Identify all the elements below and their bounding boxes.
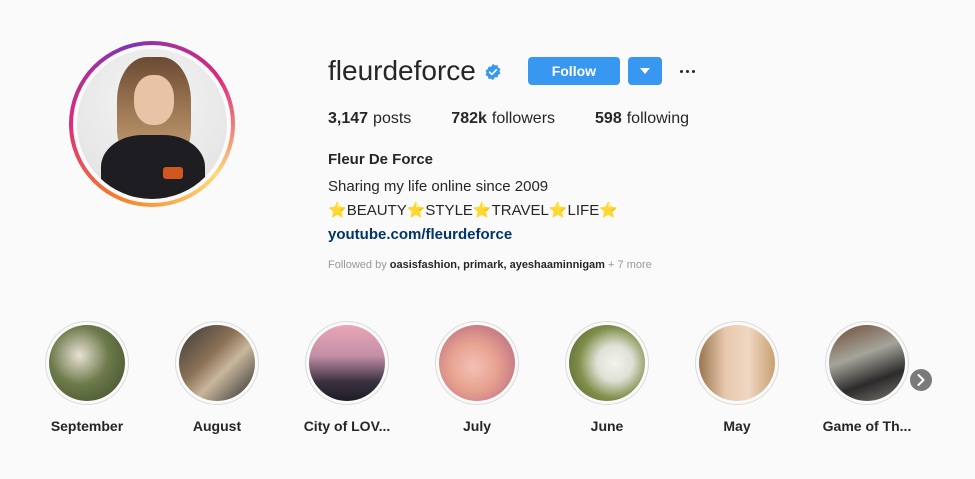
followers-count: 782k <box>451 110 487 127</box>
verified-badge-icon <box>485 63 501 81</box>
highlight-label: September <box>50 418 124 434</box>
posts-stat: 3,147 posts <box>328 110 411 128</box>
followed-by-prefix: Followed by <box>328 259 387 271</box>
star-icon: ⭐ <box>599 202 618 219</box>
avatar-inner <box>73 45 231 203</box>
profile-stats: 3,147 posts 782k followers 598 following <box>328 110 729 128</box>
star-icon: ⭐ <box>406 202 426 219</box>
star-icon: ⭐ <box>548 202 568 219</box>
highlight-ring <box>695 321 779 405</box>
avatar-body <box>101 135 205 199</box>
highlight-ring <box>435 321 519 405</box>
highlight-item[interactable]: July <box>435 321 519 434</box>
highlight-cover <box>49 325 125 401</box>
bio-tag: STYLE <box>425 202 473 219</box>
highlight-cover <box>569 325 645 401</box>
highlight-label: May <box>723 418 751 434</box>
bio: Sharing my life online since 2009 ⭐BEAUT… <box>328 175 618 247</box>
highlight-item[interactable]: June <box>565 321 649 434</box>
following-stat[interactable]: 598 following <box>595 110 689 128</box>
story-highlights: September August City of LOV... July Jun… <box>45 321 935 441</box>
bio-tag: BEAUTY <box>346 202 407 219</box>
more-options-icon-dot <box>692 69 696 73</box>
highlight-cover <box>829 325 905 401</box>
followed-by-users: oasisfashion, primark, ayeshaaminnigam <box>389 259 605 271</box>
followed-by-more: + 7 more <box>608 259 652 271</box>
followed-by[interactable]: Followed by oasisfashion, primark, ayesh… <box>328 259 652 271</box>
profile-header: fleurdeforce Follow <box>328 56 698 86</box>
bio-line: Sharing my life online since 2009 <box>328 178 549 195</box>
highlight-label: June <box>590 418 624 434</box>
avatar-face <box>134 75 174 125</box>
username: fleurdeforce <box>328 55 476 86</box>
highlight-item[interactable]: September <box>45 321 129 434</box>
follow-dropdown-button[interactable] <box>627 57 662 85</box>
follow-button[interactable]: Follow <box>527 57 620 85</box>
following-label: following <box>626 110 689 127</box>
followers-label: followers <box>491 110 556 127</box>
posts-label: posts <box>373 110 412 127</box>
highlight-label: August <box>192 418 242 434</box>
star-icon: ⭐ <box>472 202 492 219</box>
following-count: 598 <box>595 110 622 127</box>
caret-down-icon <box>639 68 650 74</box>
highlight-ring <box>825 321 909 405</box>
highlight-item[interactable]: Game of Th... <box>823 321 911 434</box>
full-name: Fleur De Force <box>328 151 434 168</box>
highlight-ring <box>175 321 259 405</box>
highlight-item[interactable]: May <box>695 321 779 434</box>
bio-link[interactable]: youtube.com/fleurdeforce <box>328 226 512 243</box>
followers-stat[interactable]: 782k followers <box>451 110 555 128</box>
highlights-next-button[interactable] <box>910 369 932 391</box>
more-options-icon <box>680 69 684 73</box>
highlight-label: City of LOV... <box>303 418 391 434</box>
highlight-cover <box>439 325 515 401</box>
highlight-cover <box>309 325 385 401</box>
bio-tag: LIFE <box>567 202 600 219</box>
chevron-right-icon <box>917 374 925 386</box>
avatar-photo <box>77 49 227 199</box>
highlight-label: July <box>462 418 491 434</box>
highlight-ring <box>305 321 389 405</box>
highlight-ring <box>45 321 129 405</box>
highlight-item[interactable]: City of LOV... <box>304 321 390 434</box>
highlight-cover <box>179 325 255 401</box>
star-icon: ⭐ <box>328 202 347 219</box>
highlight-label: Game of Th... <box>822 418 912 434</box>
bio-tag: TRAVEL <box>491 202 549 219</box>
more-options-icon-dot <box>686 69 690 73</box>
bio-tags: ⭐BEAUTY⭐STYLE⭐TRAVEL⭐LIFE⭐ <box>328 199 618 223</box>
posts-count: 3,147 <box>328 110 369 127</box>
avatar-cuff <box>163 167 183 179</box>
profile-avatar[interactable] <box>69 41 235 207</box>
highlight-ring <box>565 321 649 405</box>
highlight-item[interactable]: August <box>175 321 259 434</box>
highlight-cover <box>699 325 775 401</box>
more-options-button[interactable] <box>678 57 698 85</box>
